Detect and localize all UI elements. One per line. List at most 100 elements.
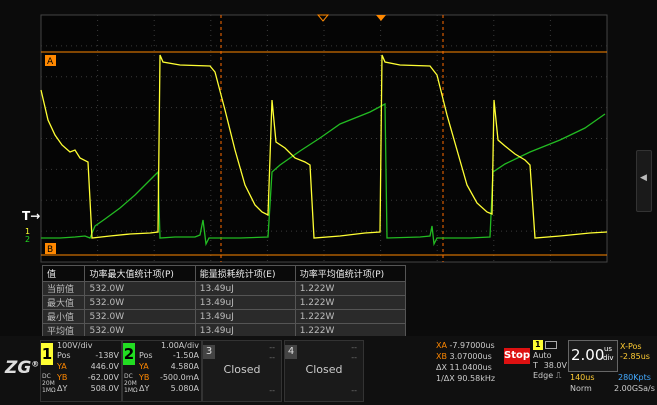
cell: 1.222W — [294, 295, 407, 310]
trigger-level[interactable]: 38.0V — [544, 361, 567, 371]
ch1-ya: 446.0V — [90, 362, 119, 371]
cursor-xa-value: -7.97000us — [449, 341, 495, 350]
xpos-value[interactable]: -2.85us — [620, 352, 650, 361]
trigger-source[interactable]: 1 — [533, 340, 543, 350]
marker-a: A — [47, 57, 54, 67]
trigger-level-row: T 38.0V — [533, 361, 567, 371]
ch4-pos: -- — [351, 353, 357, 362]
logo-mark: ® — [31, 359, 40, 369]
ch3-state: Closed — [223, 363, 261, 376]
ch2-scale[interactable]: 1.00A/div — [161, 341, 199, 350]
cursor-xa-label: XA — [436, 341, 447, 350]
cell: 13.49uJ — [194, 309, 296, 324]
ch2-dy: 5.080A — [170, 384, 199, 393]
ch1-yb-label: YB — [57, 373, 68, 382]
timebase-scale: 2.00 — [571, 346, 605, 364]
trigger-type-row: Edge ⎍ — [533, 371, 567, 381]
ch1-impedance: 1MΩ — [42, 387, 56, 394]
cursor-readout[interactable]: XA -7.97000us XB 3.07000us ΔX 11.0400us … — [436, 340, 502, 400]
trigger-mode[interactable]: Auto — [533, 351, 567, 361]
cell: 532.0W — [84, 295, 196, 310]
ch4-scale: -- — [351, 343, 357, 352]
cursor-dx-row: ΔX 11.0400us — [436, 362, 502, 373]
logo-text: ZG — [5, 358, 32, 378]
cell: 13.49uJ — [194, 281, 296, 296]
col-header: 值 — [41, 265, 86, 282]
cursor-xb-value: 3.07000us — [449, 352, 492, 361]
ch1-panel[interactable]: 1 100V/div Pos -138V YA 446.0V DC YB -62… — [40, 340, 122, 402]
ch3-panel[interactable]: 3 -- -- Closed -- — [202, 340, 282, 402]
cell: 1.222W — [294, 281, 407, 296]
cursor-freq-row: 1/ΔX 90.58kHz — [436, 373, 502, 384]
cell: 1.222W — [294, 309, 407, 324]
measurement-table: 值 功率最大值统计项(P) 能量损耗统计项(E) 功率平均值统计项(P) 当前值… — [41, 265, 407, 338]
ch1-pos-label: Pos — [57, 351, 71, 360]
row-label: 最小值 — [41, 309, 86, 324]
col-header: 能量损耗统计项(E) — [194, 265, 296, 282]
cursor-xa-row: XA -7.97000us — [436, 340, 502, 351]
acquire-mode[interactable]: Norm — [570, 384, 592, 393]
timebase-unit-bottom: div — [603, 354, 614, 362]
trigger-level-marker[interactable]: T→ — [22, 209, 40, 223]
ch1-ya-label: YA — [57, 362, 67, 371]
row-label: 当前值 — [41, 281, 86, 296]
trigger-level-label: T — [22, 209, 31, 223]
channel-offset-markers[interactable]: 1 2 — [25, 228, 30, 244]
ch2-pos-label: Pos — [139, 351, 153, 360]
run-stop-button[interactable]: Stop — [504, 348, 530, 364]
xpos-label: X-Pos — [620, 342, 642, 351]
cell: 532.0W — [84, 309, 196, 324]
trigger-panel[interactable]: 1 Auto T 38.0V Edge ⎍ — [533, 340, 567, 400]
edge-rise-icon — [545, 340, 558, 349]
ch2-dy-label: ΔY — [139, 384, 150, 393]
cursor-dx-value: 11.0400us — [449, 363, 492, 372]
ch4-panel[interactable]: 4 -- -- Closed -- — [284, 340, 364, 402]
col-header: 功率平均值统计项(P) — [294, 265, 407, 282]
ch3-scale: -- — [269, 343, 275, 352]
cursor-freq-value: 90.58kHz — [457, 374, 496, 383]
ch1-yb: -62.00V — [87, 373, 119, 382]
ch2-pos[interactable]: -1.50A — [173, 351, 199, 360]
ch3-pos: -- — [269, 353, 275, 362]
table-row: 当前值 532.0W 13.49uJ 1.222W — [41, 281, 407, 296]
waveform-screen[interactable]: A B T→ 1 2 ◀ 值 功率最大值统计项(P) 能量损耗统计项(E) 功率… — [0, 0, 657, 338]
table-row: 最小值 532.0W 13.49uJ 1.222W — [41, 309, 407, 324]
ch1-dy: 508.0V — [90, 384, 119, 393]
ch4-dy: -- — [351, 386, 357, 395]
ch2-yb: -500.0mA — [159, 373, 199, 382]
table-row: 最大值 532.0W 13.49uJ 1.222W — [41, 295, 407, 310]
rising-edge-icon: ⎍ — [555, 371, 562, 380]
memory-length: 140us — [570, 373, 595, 382]
ch2-ya: 4.580A — [170, 362, 199, 371]
ch2-number[interactable]: 2 — [123, 343, 135, 365]
measurement-table-header: 值 功率最大值统计项(P) 能量损耗统计项(E) 功率平均值统计项(P) — [41, 265, 407, 282]
cell: 13.49uJ — [194, 295, 296, 310]
row-label: 最大值 — [41, 295, 86, 310]
timebase-panel[interactable]: 2.00 us div X-Pos -2.85us 140us 280Kpts … — [568, 340, 656, 400]
trigger-type[interactable]: Edge — [533, 371, 553, 380]
ch4-state: Closed — [305, 363, 343, 376]
trigger-label: T — [533, 361, 538, 370]
ch1-pos[interactable]: -138V — [95, 351, 119, 360]
ch3-number[interactable]: 3 — [203, 345, 215, 359]
ch2-panel[interactable]: 2 1.00A/div Pos -1.50A YA 4.580A DC YB -… — [122, 340, 202, 402]
sample-rate: 2.00GSa/s — [614, 384, 655, 393]
ch4-number[interactable]: 4 — [285, 345, 297, 359]
ch3-dy: -- — [269, 386, 275, 395]
col-header: 功率最大值统计项(P) — [84, 265, 196, 282]
chevron-left-icon: ◀ — [640, 173, 647, 183]
cursor-xb-row: XB 3.07000us — [436, 351, 502, 362]
marker-b: B — [47, 245, 53, 255]
ch2-yb-label: YB — [139, 373, 150, 382]
ch1-scale[interactable]: 100V/div — [57, 341, 92, 350]
status-bar: ZG® 1 100V/div Pos -138V YA 446.0V DC YB… — [0, 336, 657, 405]
ch1-dy-label: ΔY — [57, 384, 68, 393]
cursor-freq-label: 1/ΔX — [436, 374, 455, 383]
ch2-impedance: 1MΩ — [124, 387, 138, 394]
ch1-number[interactable]: 1 — [41, 343, 53, 365]
ch2-offset-marker[interactable]: 2 — [25, 236, 30, 244]
cursor-dx-label: ΔX — [436, 363, 447, 372]
timebase-scale-box[interactable]: 2.00 us div — [568, 340, 618, 372]
side-panel-toggle[interactable]: ◀ — [636, 150, 652, 212]
points-count: 280Kpts — [618, 373, 651, 382]
